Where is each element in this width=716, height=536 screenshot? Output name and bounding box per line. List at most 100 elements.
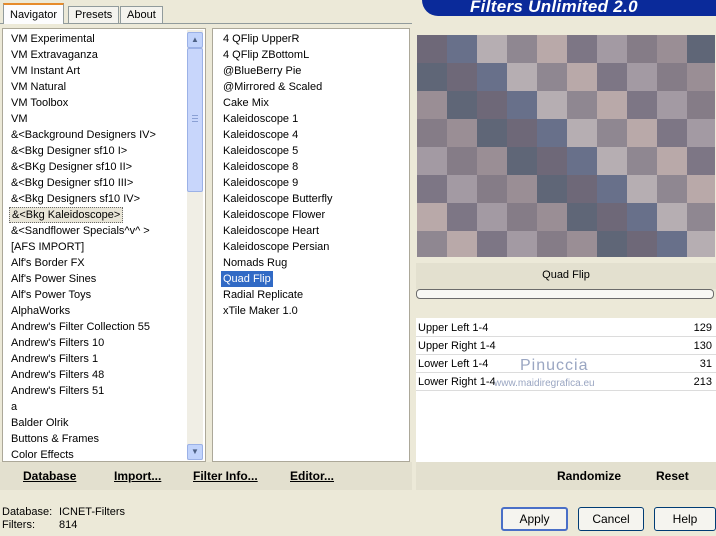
param-row[interactable]: Upper Left 1-4 129 — [416, 319, 716, 337]
preview-tile — [417, 231, 447, 257]
preview-tile — [657, 63, 687, 91]
param-value: 31 — [699, 358, 712, 370]
category-item[interactable]: &<Bkg Kaleidoscope> — [9, 207, 124, 223]
category-item[interactable]: a — [9, 399, 19, 415]
scroll-up-button[interactable]: ▲ — [187, 32, 203, 48]
category-item[interactable]: &<Bkg Designers sf10 IV> — [9, 191, 142, 207]
category-item[interactable]: VM — [9, 111, 30, 127]
category-item[interactable]: VM Instant Art — [9, 63, 82, 79]
filter-item[interactable]: Kaleidoscope 1 — [221, 111, 300, 127]
category-item[interactable]: Alf's Border FX — [9, 255, 87, 271]
preview-tile — [687, 203, 715, 231]
filter-item[interactable]: Kaleidoscope 4 — [221, 127, 300, 143]
help-button[interactable]: Help — [654, 507, 716, 531]
preview-tile — [507, 175, 537, 203]
param-label: Upper Left 1-4 — [418, 322, 489, 334]
filter-item[interactable]: Kaleidoscope 8 — [221, 159, 300, 175]
preview-tile — [507, 119, 537, 147]
database-button[interactable]: Database — [23, 469, 76, 483]
preview-tile — [627, 63, 657, 91]
category-item[interactable]: &<Sandflower Specials^v^ > — [9, 223, 152, 239]
tab-navigator[interactable]: Navigator — [3, 3, 65, 24]
tab-presets[interactable]: Presets — [68, 6, 120, 23]
filter-item[interactable]: Kaleidoscope 5 — [221, 143, 300, 159]
category-item[interactable]: &<Background Designers IV> — [9, 127, 158, 143]
preview-image — [417, 35, 715, 257]
param-value: 130 — [693, 340, 712, 352]
preview-tile — [567, 35, 597, 63]
category-list[interactable]: VM Experimental VM Extravaganza VM Instant… — [2, 28, 206, 462]
preview-tile — [477, 203, 507, 231]
category-item[interactable]: Color Effects — [9, 447, 76, 461]
filter-info-button[interactable]: Filter Info... — [193, 469, 258, 483]
preview-tile — [447, 35, 477, 63]
filter-item[interactable]: Kaleidoscope Flower — [221, 207, 327, 223]
database-label: Database: — [2, 506, 53, 518]
preview-tile — [627, 175, 657, 203]
category-item[interactable]: AlphaWorks — [9, 303, 72, 319]
apply-button[interactable]: Apply — [501, 507, 568, 531]
preview-tile — [507, 231, 537, 257]
category-item[interactable]: Alf's Power Sines — [9, 271, 98, 287]
filter-item[interactable]: Cake Mix — [221, 95, 271, 111]
reset-button[interactable]: Reset — [656, 469, 689, 483]
filter-item[interactable]: Kaleidoscope Heart — [221, 223, 321, 239]
filter-item[interactable]: 4 QFlip ZBottomL — [221, 47, 311, 63]
category-item[interactable]: &<Bkg Designer sf10 I> — [9, 143, 129, 159]
preview-tile — [447, 203, 477, 231]
category-item[interactable]: Balder Olrik — [9, 415, 70, 431]
filter-item[interactable]: Kaleidoscope Persian — [221, 239, 331, 255]
preview-tile — [507, 35, 537, 63]
preview-tile — [537, 203, 567, 231]
category-item[interactable]: Andrew's Filters 51 — [9, 383, 106, 399]
param-value: 129 — [693, 322, 712, 334]
preview-tile — [477, 35, 507, 63]
filter-item[interactable]: Nomads Rug — [221, 255, 289, 271]
import-button[interactable]: Import... — [114, 469, 161, 483]
category-item[interactable]: VM Natural — [9, 79, 68, 95]
filter-list[interactable]: 4 QFlip UpperR 4 QFlip ZBottomL @BlueBerry… — [212, 28, 410, 462]
category-item[interactable]: Andrew's Filters 1 — [9, 351, 100, 367]
tab-about[interactable]: About — [120, 6, 163, 23]
category-item[interactable]: Andrew's Filter Collection 55 — [9, 319, 152, 335]
filter-item[interactable]: Kaleidoscope Butterfly — [221, 191, 334, 207]
preview-tile — [447, 231, 477, 257]
filter-item[interactable]: Kaleidoscope 9 — [221, 175, 300, 191]
filter-item[interactable]: Radial Replicate — [221, 287, 305, 303]
category-item[interactable]: VM Extravaganza — [9, 47, 100, 63]
preview-tile — [657, 147, 687, 175]
category-item[interactable]: &<Bkg Designer sf10 III> — [9, 175, 135, 191]
preview-tile — [477, 91, 507, 119]
filter-item[interactable]: @BlueBerry Pie — [221, 63, 303, 79]
preview-tile — [537, 63, 567, 91]
watermark-name: Pinuccia — [520, 357, 589, 374]
randomize-button[interactable]: Randomize — [557, 469, 621, 483]
filter-item[interactable]: 4 QFlip UpperR — [221, 31, 301, 47]
param-slider-track[interactable] — [416, 390, 716, 391]
category-item[interactable]: VM Toolbox — [9, 95, 70, 111]
category-item[interactable]: &<BKg Designer sf10 II> — [9, 159, 134, 175]
category-item[interactable]: [AFS IMPORT] — [9, 239, 86, 255]
preview-tile — [567, 63, 597, 91]
param-row[interactable]: Upper Right 1-4 130 — [416, 337, 716, 355]
editor-button[interactable]: Editor... — [290, 469, 334, 483]
category-item[interactable]: VM Experimental — [9, 31, 97, 47]
scroll-thumb[interactable] — [187, 48, 203, 192]
filter-item[interactable]: xTile Maker 1.0 — [221, 303, 300, 319]
category-scrollbar[interactable]: ▲ ▼ — [187, 30, 203, 460]
preview-tile — [447, 63, 477, 91]
param-value: 213 — [693, 376, 712, 388]
filter-item[interactable]: @Mirrored & Scaled — [221, 79, 324, 95]
cancel-button[interactable]: Cancel — [578, 507, 644, 531]
scroll-down-button[interactable]: ▼ — [187, 444, 203, 460]
preview-tile — [687, 147, 715, 175]
preview-tile — [597, 119, 627, 147]
category-item[interactable]: Andrew's Filters 48 — [9, 367, 106, 383]
category-item[interactable]: Buttons & Frames — [9, 431, 101, 447]
preview-tile — [417, 91, 447, 119]
preview-tile — [687, 175, 715, 203]
category-item[interactable]: Alf's Power Toys — [9, 287, 93, 303]
filter-item[interactable]: Quad Flip — [221, 271, 273, 287]
preview-tile — [687, 91, 715, 119]
category-item[interactable]: Andrew's Filters 10 — [9, 335, 106, 351]
